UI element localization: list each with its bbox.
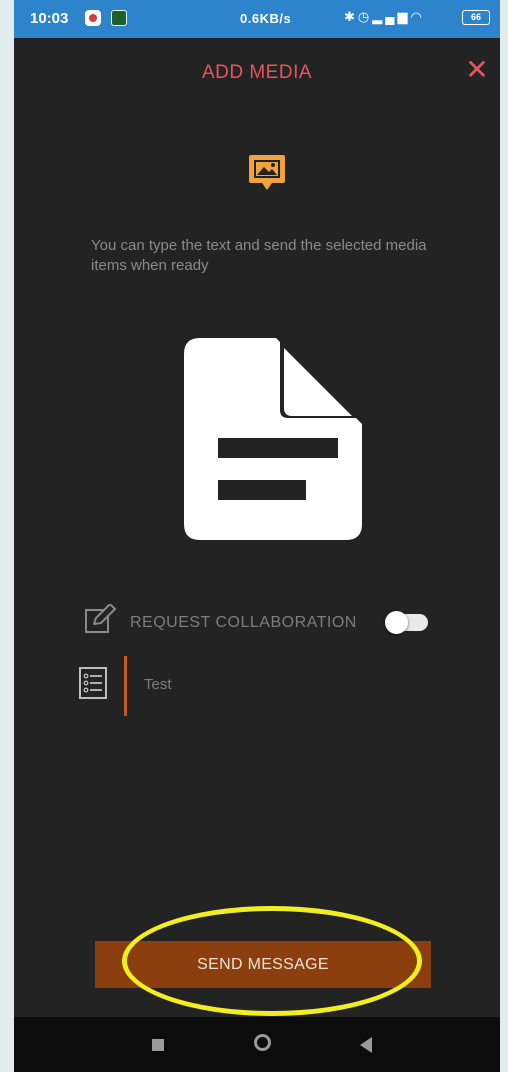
status-time: 10:03 [30, 10, 69, 27]
alarm-icon: ◷ [357, 9, 373, 24]
message-input[interactable]: Test [144, 676, 172, 693]
bluetooth-icon: ✱ [344, 9, 358, 24]
image-message-icon [247, 152, 287, 199]
battery-icon: 66 [462, 10, 490, 25]
send-message-button[interactable]: SEND MESSAGE [95, 941, 431, 988]
app-notification-icon [111, 10, 127, 26]
notification-icon [85, 10, 101, 26]
message-row: Test [78, 656, 458, 716]
request-collaboration-row: REQUEST COLLABORATION [84, 603, 464, 644]
back-icon[interactable] [360, 1037, 372, 1053]
request-collaboration-toggle[interactable] [385, 611, 428, 634]
close-icon: ✕ [465, 54, 489, 85]
page-title: ADD MEDIA [201, 62, 313, 83]
status-icons: ✱◷▂▄▆◠ [344, 9, 425, 25]
close-button[interactable]: ✕ [459, 52, 495, 88]
home-icon[interactable] [254, 1034, 271, 1051]
edit-icon [84, 603, 116, 639]
wifi-icon: ◠ [410, 9, 425, 24]
signal-icon: ▂▄▆ [372, 9, 411, 24]
document-icon[interactable] [184, 338, 362, 545]
recent-apps-icon[interactable] [152, 1039, 164, 1051]
network-speed: 0.6KB/s [240, 11, 292, 26]
status-bar: 10:03 0.6KB/s ✱◷▂▄▆◠ 66 [14, 0, 500, 38]
app-screen: 10:03 0.6KB/s ✱◷▂▄▆◠ 66 ADD MEDIA ✕ You … [14, 0, 500, 1072]
request-collaboration-label: REQUEST COLLABORATION [130, 614, 357, 631]
instruction-text: You can type the text and send the selec… [91, 237, 427, 274]
navigation-bar [14, 1017, 500, 1072]
list-icon [78, 666, 108, 705]
toggle-knob [385, 611, 408, 634]
input-accent-bar [124, 656, 127, 716]
